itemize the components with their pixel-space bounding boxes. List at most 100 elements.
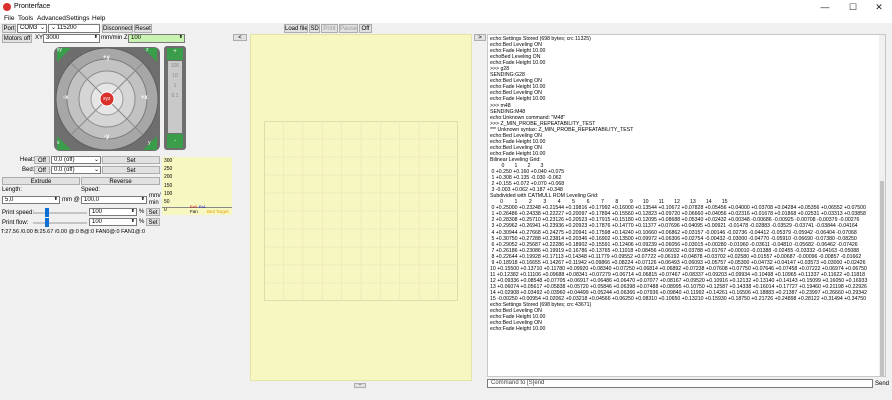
console-line: 9 +0.18918 +0.16655 +0.14267 +0.11942 +0…	[490, 259, 866, 266]
console-log[interactable]: echo:Settings Stored (698 bytes; crc 113…	[487, 34, 886, 377]
chevron-down-icon: ⌄	[93, 157, 99, 163]
console-line: 3 +0.29962 +0.26941 +0.23936 +0.20923 +0…	[490, 223, 858, 230]
print-flow-set-button[interactable]: Set	[146, 218, 160, 226]
close-icon[interactable]: ✕	[866, 0, 892, 14]
spin-icon: ⬍	[93, 34, 98, 40]
window-title: Pronterface	[14, 3, 51, 10]
length-unit: mm @	[62, 197, 80, 203]
expand-right-button[interactable]: >	[474, 34, 486, 41]
xy-speed-input[interactable]: 3000 ⬍	[43, 34, 100, 43]
z-speed-input[interactable]: 100 ⬍	[128, 34, 185, 43]
graph-tick: 100	[164, 190, 173, 197]
z-step-100[interactable]: 100	[168, 63, 182, 69]
xy-speed-value: 3000	[46, 35, 60, 41]
legend-bed-target: Bed Target	[207, 209, 229, 214]
z-jog-control[interactable]: + - 100 10 1 0.1	[164, 46, 186, 150]
baud-select[interactable]: ⌄ 115200	[48, 24, 100, 33]
z-step-1[interactable]: 1	[168, 83, 182, 89]
bed-temp-value: 0.0 (off)	[54, 167, 75, 173]
bed-off-button[interactable]: Off	[34, 166, 50, 174]
title-bar: Pronterface — ☐ ✕	[0, 0, 892, 14]
bottom-handle-button[interactable]: ^	[354, 383, 366, 388]
y-minus-button[interactable]: -y	[104, 134, 109, 140]
console-line: 7 +0.26186 +0.23086 +0.19919 +0.16786 +0…	[490, 247, 859, 254]
motors-off-button[interactable]: Motors off	[2, 34, 32, 43]
print-flow-slider[interactable]	[45, 218, 49, 227]
menu-tools[interactable]: Tools	[18, 14, 33, 23]
home-xy-icon[interactable]: xy	[57, 47, 62, 53]
menu-advanced[interactable]: Advanced	[37, 14, 66, 23]
print-speed-set-button[interactable]: Set	[146, 208, 160, 216]
legend-ex1: Ex1	[199, 204, 206, 209]
command-input[interactable]: Command to [S]end	[487, 379, 873, 388]
z-step-10[interactable]: 10	[168, 73, 182, 79]
heat-temp-select[interactable]: 0.0 (off) ⌄	[51, 156, 101, 164]
app-icon	[3, 3, 11, 11]
x-plus-button[interactable]: +x	[141, 95, 148, 101]
menu-settings[interactable]: Settings	[66, 14, 90, 23]
heat-off-button[interactable]: Off	[34, 156, 50, 164]
baud-value: 115200	[57, 25, 77, 31]
off-button[interactable]: Off	[359, 24, 372, 33]
temperature-status: T:27.56 /0.00 B:25.67 /0.00 @:0 B@:0 FAN…	[1, 229, 146, 235]
console-line: 8 +0.22644 +0.19928 +0.17113 +0.14348 +0…	[490, 253, 862, 260]
home-z-icon[interactable]: z	[146, 47, 149, 53]
spin-icon: ⬍	[178, 34, 183, 40]
pause-button[interactable]: Pause	[339, 24, 358, 33]
menu-file[interactable]: File	[4, 14, 14, 23]
home-y-icon[interactable]: y	[148, 140, 151, 146]
spin-icon: ⬍	[140, 196, 145, 202]
load-file-button[interactable]: Load file	[284, 24, 308, 33]
build-plate-view[interactable]	[250, 34, 472, 381]
z-minus-label: -	[174, 138, 176, 144]
spin-icon: ⬍	[130, 218, 135, 224]
print-flow-value: 100	[92, 219, 103, 225]
send-button[interactable]: Send	[874, 379, 890, 388]
graph-baseline	[162, 207, 232, 208]
minimize-icon[interactable]: —	[812, 0, 838, 14]
x-minus-button[interactable]: -x	[63, 95, 68, 101]
console-line: 11 +0.12382 +0.11106 +0.09688 +0.08341 +…	[490, 271, 866, 278]
print-speed-slider[interactable]	[45, 208, 49, 217]
graph-tick: 50	[164, 199, 170, 206]
port-value: COM3	[20, 25, 38, 31]
console-scrollbar[interactable]	[879, 35, 885, 376]
legend-fan: Fan	[190, 209, 198, 214]
z-step-0-1[interactable]: 0.1	[168, 93, 182, 99]
graph-ticks: 300 250 200 150 100 50 0	[164, 157, 172, 214]
bed-set-button[interactable]: Set	[102, 166, 160, 174]
extrude-button[interactable]: Extrude	[2, 177, 80, 185]
heat-label: Heat:	[20, 157, 35, 163]
reset-button[interactable]: Reset	[134, 24, 152, 33]
scrollbar-thumb[interactable]	[880, 181, 884, 376]
console-line: echo:Fade Height 10.00	[490, 326, 546, 333]
print-speed-label: Print speed:	[2, 210, 35, 216]
print-flow-input[interactable]: 100 ⬍	[89, 218, 137, 226]
length-input[interactable]: 5,0 ⬍	[2, 196, 60, 204]
menu-bar: File Tools Advanced Settings Help	[0, 14, 892, 23]
print-speed-pct: %	[139, 209, 145, 215]
port-select[interactable]: COM3 ⌄	[17, 24, 47, 33]
y-plus-button[interactable]: +y	[103, 55, 110, 61]
build-plate-grid	[264, 121, 458, 301]
print-flow-track	[33, 222, 87, 224]
print-button[interactable]: Print	[321, 24, 338, 33]
sd-button[interactable]: SD	[309, 24, 320, 33]
collapse-left-button[interactable]: <	[233, 34, 247, 41]
bed-temp-select[interactable]: 0.0 (off) ⌄	[51, 166, 101, 174]
speed-input[interactable]: 100,0 ⬍	[81, 196, 147, 204]
z-plus-label: +	[173, 49, 177, 55]
menu-help[interactable]: Help	[92, 14, 105, 23]
port-button[interactable]: Port	[2, 24, 16, 33]
heat-set-button[interactable]: Set	[102, 156, 160, 164]
chevron-down-icon: ⌄	[93, 167, 99, 173]
z-speed-value: 100	[131, 35, 142, 41]
temperature-graph: 300 250 200 150 100 50 0 Ex0 Ex1 Fan Bed…	[162, 157, 232, 215]
home-all-button[interactable]: xyz	[103, 96, 111, 102]
disconnect-button[interactable]: Disconnect	[102, 24, 133, 33]
maximize-icon[interactable]: ☐	[840, 0, 866, 14]
reverse-button[interactable]: Reverse	[81, 177, 160, 185]
home-x-icon[interactable]: x	[57, 140, 60, 146]
chevron-down-icon: ⌄	[51, 25, 57, 31]
print-speed-input[interactable]: 100 ⬍	[89, 208, 137, 216]
